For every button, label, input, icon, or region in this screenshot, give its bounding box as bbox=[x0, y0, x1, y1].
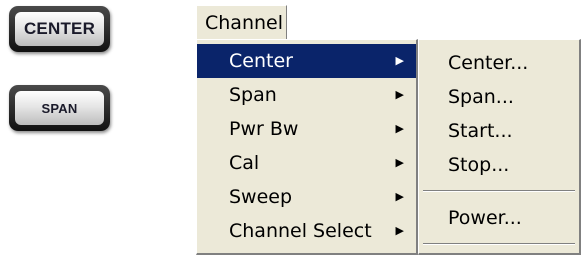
submenu-item-power[interactable]: Power... bbox=[419, 201, 579, 235]
submenu-arrow-icon: ▶ bbox=[395, 224, 404, 237]
submenu-item-span[interactable]: Span... bbox=[419, 80, 579, 114]
submenu-arrow-icon: ▶ bbox=[395, 122, 404, 135]
center-hardkey-label: CENTER bbox=[15, 12, 104, 46]
menu-separator bbox=[423, 243, 575, 245]
channel-menu: Center ▶ Span ▶ Pwr Bw ▶ Cal ▶ Sweep ▶ C… bbox=[196, 39, 418, 255]
menu-item-label: Cal bbox=[229, 152, 260, 174]
submenu-item-center[interactable]: Center... bbox=[419, 46, 579, 80]
center-hardkey[interactable]: CENTER bbox=[9, 6, 110, 52]
menu-item-span[interactable]: Span ▶ bbox=[197, 78, 416, 112]
menubar-channel[interactable]: Channel bbox=[196, 5, 287, 39]
span-hardkey[interactable]: SPAN bbox=[9, 85, 110, 131]
menu-item-label: Span bbox=[229, 84, 277, 106]
span-hardkey-label: SPAN bbox=[15, 91, 104, 125]
submenu-arrow-icon: ▶ bbox=[395, 88, 404, 101]
menu-item-label: Center bbox=[229, 50, 293, 72]
menu-item-label: Pwr Bw bbox=[229, 118, 299, 140]
submenu-item-start[interactable]: Start... bbox=[419, 114, 579, 148]
menu-item-label: Channel Select bbox=[229, 220, 372, 242]
submenu-arrow-icon: ▶ bbox=[395, 190, 404, 203]
menubar-channel-label: Channel bbox=[205, 12, 284, 34]
menu-item-sweep[interactable]: Sweep ▶ bbox=[197, 180, 416, 214]
menu-item-channel-select[interactable]: Channel Select ▶ bbox=[197, 214, 416, 248]
menu-item-pwr-bw[interactable]: Pwr Bw ▶ bbox=[197, 112, 416, 146]
submenu-item-stop[interactable]: Stop... bbox=[419, 148, 579, 182]
menu-separator bbox=[423, 190, 575, 192]
menu-item-label: Sweep bbox=[229, 186, 293, 208]
submenu-arrow-icon: ▶ bbox=[395, 54, 404, 67]
center-submenu: Center... Span... Start... Stop... Power… bbox=[418, 39, 581, 255]
menu-item-center[interactable]: Center ▶ bbox=[197, 44, 416, 78]
menu-item-cal[interactable]: Cal ▶ bbox=[197, 146, 416, 180]
submenu-arrow-icon: ▶ bbox=[395, 156, 404, 169]
